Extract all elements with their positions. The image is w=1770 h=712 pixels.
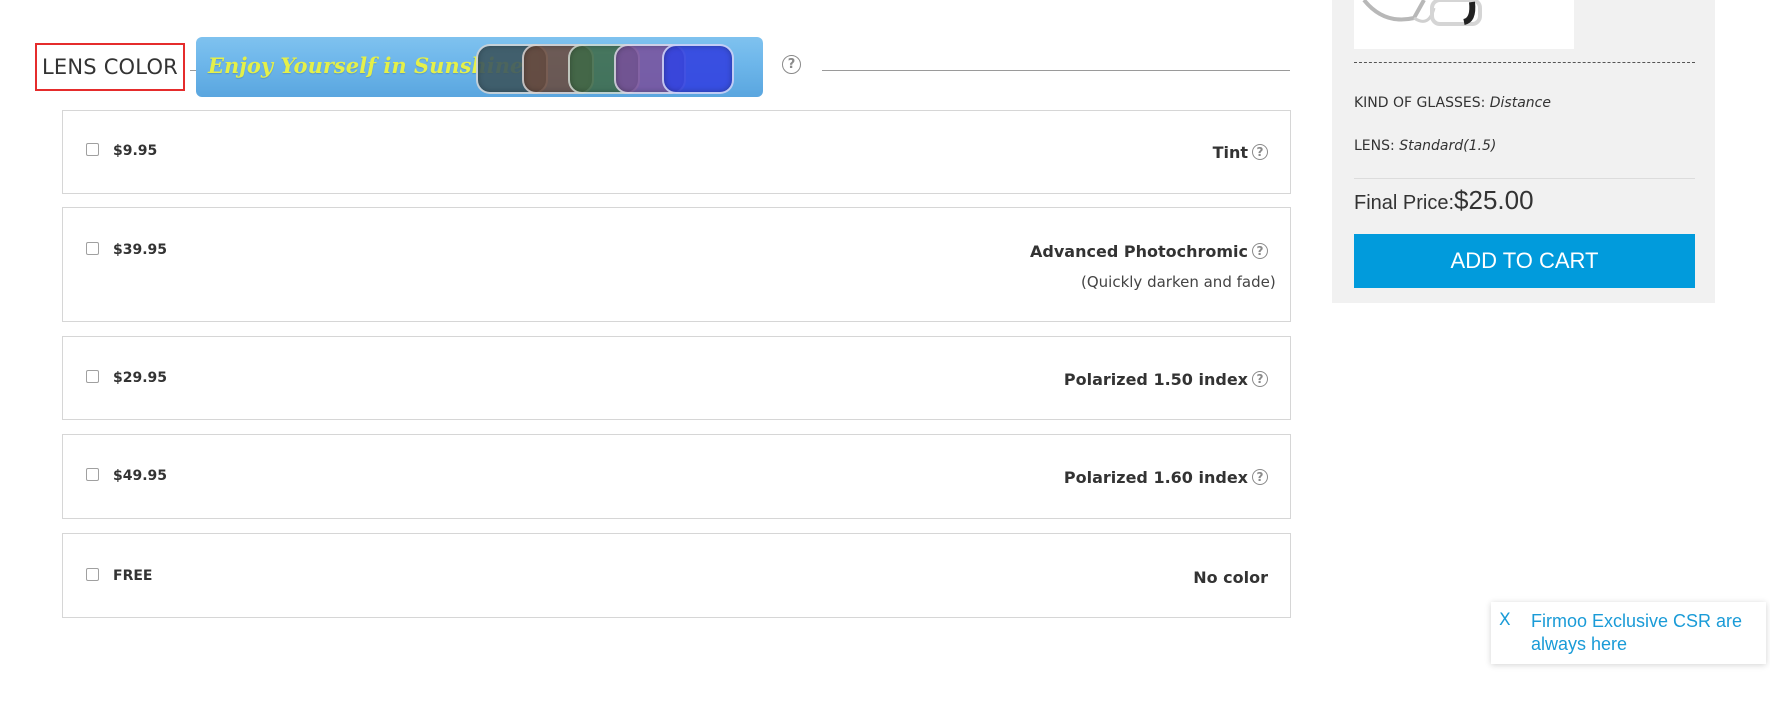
kind-of-glasses-value: Distance: [1489, 95, 1551, 111]
option-polarized-150[interactable]: $29.95 Polarized 1.50 index ?: [62, 336, 1291, 420]
lens-color-title-text: LENS COLOR: [42, 55, 178, 79]
kind-of-glasses-row: KIND OF GLASSES: Distance: [1354, 95, 1551, 111]
lens-color-help-icon[interactable]: ?: [782, 55, 801, 74]
csr-chat-popup[interactable]: X Firmoo Exclusive CSR are always here: [1491, 602, 1766, 664]
option-polarized-160[interactable]: $49.95 Polarized 1.60 index ?: [62, 434, 1291, 519]
no-color-checkbox[interactable]: [86, 568, 99, 581]
banner-lens-blue: [662, 44, 734, 94]
option-no-color[interactable]: FREE No color: [62, 533, 1291, 618]
tint-help-icon[interactable]: ?: [1252, 144, 1268, 160]
add-to-cart-button[interactable]: ADD TO CART: [1354, 234, 1695, 288]
summary-divider-solid: [1354, 178, 1695, 179]
close-icon[interactable]: X: [1499, 610, 1511, 630]
kind-of-glasses-label: KIND OF GLASSES:: [1354, 95, 1486, 111]
option-tint[interactable]: $9.95 Tint ?: [62, 110, 1291, 194]
photochromic-help-icon[interactable]: ?: [1252, 243, 1268, 259]
polarized-160-price: $49.95: [113, 468, 168, 484]
tint-label: Tint: [1212, 143, 1248, 162]
final-price: Final Price:$25.00: [1354, 185, 1534, 216]
no-color-label: No color: [1193, 568, 1268, 587]
final-price-label: Final Price:: [1354, 192, 1455, 214]
polarized-160-checkbox[interactable]: [86, 468, 99, 481]
csr-message[interactable]: Firmoo Exclusive CSR are always here: [1531, 610, 1756, 656]
sunshine-banner[interactable]: Enjoy Yourself in Sunshine: [196, 37, 763, 97]
polarized-150-checkbox[interactable]: [86, 370, 99, 383]
photochromic-label: Advanced Photochromic: [1030, 242, 1248, 261]
option-advanced-photochromic[interactable]: $39.95 Advanced Photochromic ? (Quickly …: [62, 207, 1291, 322]
photochromic-price: $39.95: [113, 242, 168, 258]
lens-color-title: LENS COLOR: [35, 43, 185, 91]
lens-row: LENS: Standard(1.5): [1354, 138, 1496, 154]
header-divider-right: [822, 70, 1290, 71]
no-color-price: FREE: [113, 568, 153, 584]
polarized-150-label: Polarized 1.50 index: [1063, 370, 1248, 389]
tint-price: $9.95: [113, 143, 158, 159]
polarized-150-help-icon[interactable]: ?: [1252, 371, 1268, 387]
polarized-160-help-icon[interactable]: ?: [1252, 469, 1268, 485]
order-summary-panel: KIND OF GLASSES: Distance LENS: Standard…: [1332, 0, 1715, 303]
lens-label: LENS:: [1354, 138, 1395, 154]
product-thumbnail: [1354, 0, 1574, 49]
photochromic-description: (Quickly darken and fade): [1081, 273, 1276, 291]
tint-checkbox[interactable]: [86, 143, 99, 156]
lens-value: Standard(1.5): [1399, 138, 1497, 154]
photochromic-checkbox[interactable]: [86, 242, 99, 255]
summary-divider-dashed: [1354, 62, 1695, 63]
final-price-value: $25.00: [1454, 185, 1534, 215]
polarized-160-label: Polarized 1.60 index: [1063, 468, 1248, 487]
polarized-150-price: $29.95: [113, 370, 168, 386]
